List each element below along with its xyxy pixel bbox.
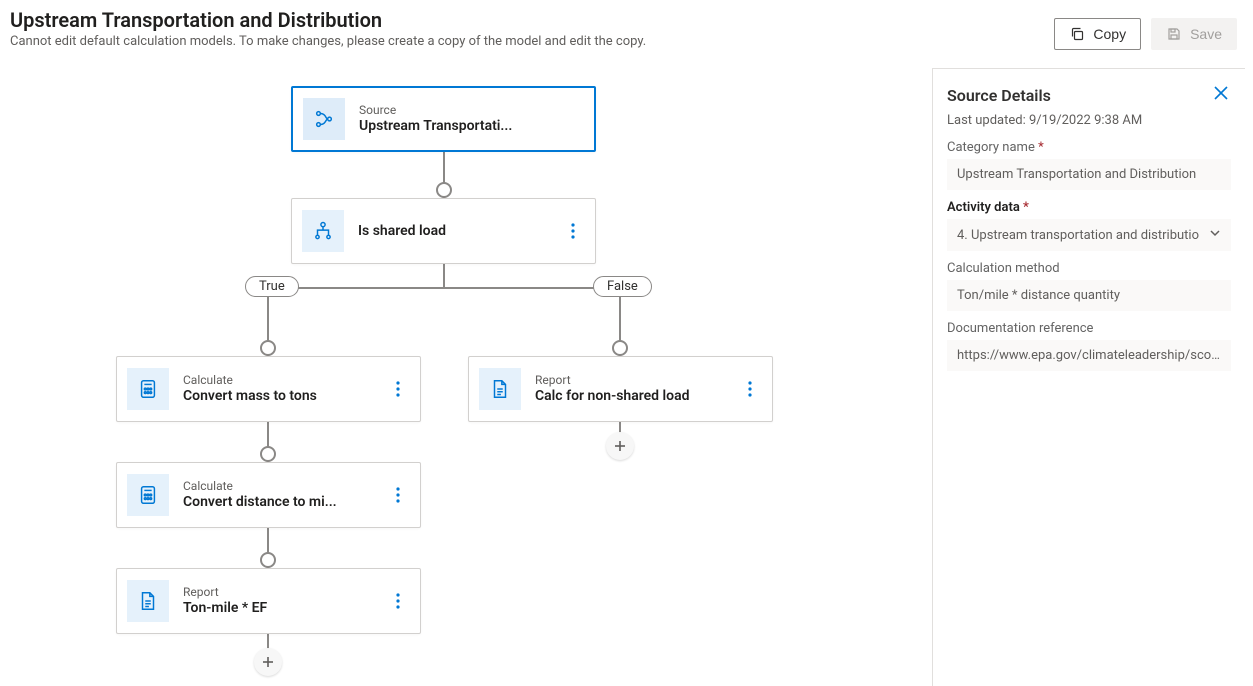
node-more-button[interactable] <box>561 223 585 239</box>
node-kind: Report <box>183 585 386 599</box>
node-calc-mass[interactable]: Calculate Convert mass to tons <box>116 356 421 422</box>
add-step-button[interactable] <box>606 432 634 460</box>
node-kind: Source <box>359 103 584 117</box>
calculator-icon <box>127 368 169 410</box>
node-title: Calc for non-shared load <box>535 387 738 405</box>
save-button-label: Save <box>1190 26 1222 42</box>
node-more-button[interactable] <box>386 593 410 609</box>
document-icon <box>127 580 169 622</box>
label-calc-method: Calculation method <box>947 261 1231 276</box>
field-activity-data[interactable]: 4. Upstream transportation and distribut… <box>947 219 1231 251</box>
node-more-button[interactable] <box>386 381 410 397</box>
close-icon[interactable] <box>1211 83 1231 107</box>
details-panel: Source Details Last updated: 9/19/2022 9… <box>932 68 1245 686</box>
save-icon <box>1166 26 1182 42</box>
flow-canvas[interactable]: True False Source Upstream Transportati.… <box>0 60 928 686</box>
node-kind: Calculate <box>183 479 386 493</box>
copy-button-label: Copy <box>1093 26 1126 42</box>
label-category-name: Category name * <box>947 140 1231 155</box>
node-calc-distance[interactable]: Calculate Convert distance to mi... <box>116 462 421 528</box>
node-condition[interactable]: Is shared load <box>291 198 596 264</box>
document-icon <box>479 368 521 410</box>
field-category-name: Upstream Transportation and Distribution <box>947 159 1231 190</box>
label-activity-data: Activity data * <box>947 200 1231 215</box>
branch-label-true: True <box>245 276 299 297</box>
save-button: Save <box>1151 18 1237 50</box>
branch-label-false: False <box>593 276 652 297</box>
node-more-button[interactable] <box>386 487 410 503</box>
node-kind: Report <box>535 373 738 387</box>
last-updated: Last updated: 9/19/2022 9:38 AM <box>947 113 1231 128</box>
copy-icon <box>1069 26 1085 42</box>
node-title: Is shared load <box>358 222 561 240</box>
node-title: Ton-mile * EF <box>183 599 386 617</box>
node-report-tonmile[interactable]: Report Ton-mile * EF <box>116 568 421 634</box>
node-source[interactable]: Source Upstream Transportati... <box>291 86 596 152</box>
add-step-button[interactable] <box>254 648 282 676</box>
node-title: Convert mass to tons <box>183 387 386 405</box>
calculator-icon <box>127 474 169 516</box>
copy-button[interactable]: Copy <box>1054 18 1141 50</box>
field-calc-method: Ton/mile * distance quantity <box>947 280 1231 311</box>
node-kind: Calculate <box>183 373 386 387</box>
node-title: Upstream Transportati... <box>359 117 569 135</box>
label-doc-ref: Documentation reference <box>947 321 1231 336</box>
node-more-button[interactable] <box>738 381 762 397</box>
condition-icon <box>302 210 344 252</box>
panel-title: Source Details <box>947 86 1051 105</box>
node-report-nonshared[interactable]: Report Calc for non-shared load <box>468 356 773 422</box>
node-title: Convert distance to mi... <box>183 493 386 511</box>
chevron-down-icon <box>1209 227 1221 243</box>
field-doc-ref: https://www.epa.gov/climateleadership/sc… <box>947 340 1231 371</box>
source-icon <box>303 98 345 140</box>
